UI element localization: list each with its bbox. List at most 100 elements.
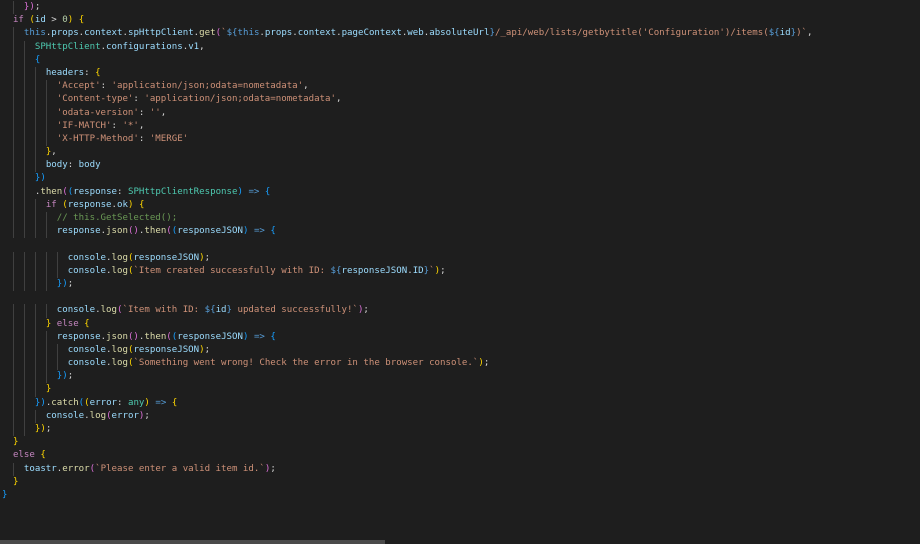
code-token: { bbox=[40, 450, 46, 461]
horizontal-scrollbar[interactable] bbox=[0, 540, 920, 544]
code-token: else bbox=[12, 450, 35, 461]
code-token: id bbox=[215, 305, 227, 316]
code-token: : bbox=[138, 107, 150, 118]
indent-guide bbox=[56, 264, 58, 278]
indent-guide bbox=[56, 357, 58, 371]
code-token: configurations bbox=[106, 41, 183, 52]
code-token: json bbox=[106, 226, 128, 237]
code-token: response bbox=[56, 226, 101, 237]
code-line: body: body bbox=[2, 159, 813, 173]
code-token: }) bbox=[56, 371, 68, 382]
code-token: this bbox=[237, 28, 260, 39]
indent-guide bbox=[45, 357, 47, 371]
code-token: , bbox=[51, 147, 57, 158]
code-line: }); bbox=[2, 370, 813, 384]
indent-guide bbox=[12, 396, 14, 410]
code-token: responseJSON bbox=[133, 344, 200, 355]
indent-guide bbox=[34, 212, 36, 226]
code-token: { bbox=[264, 186, 271, 197]
indent-guide bbox=[34, 106, 36, 120]
indent-guide bbox=[45, 93, 47, 107]
code-token: ${ bbox=[226, 28, 238, 39]
indent-guide bbox=[23, 119, 25, 133]
indent-guide bbox=[12, 106, 14, 120]
code-token: absoluteUrl bbox=[429, 28, 490, 39]
indent-guide bbox=[12, 40, 14, 54]
indent-guide bbox=[45, 119, 47, 133]
code-line: 'Accept': 'application/json;odata=nometa… bbox=[2, 80, 813, 94]
indent-guide bbox=[45, 370, 47, 384]
code-token: if bbox=[45, 199, 57, 210]
indent-guide bbox=[12, 198, 14, 212]
code-token: 'Content-type' bbox=[56, 94, 134, 105]
code-token: , bbox=[160, 107, 167, 118]
indent-guide bbox=[23, 357, 25, 371]
indent-guide bbox=[34, 198, 36, 212]
indent-guide bbox=[12, 370, 14, 384]
code-line: }); bbox=[2, 423, 813, 437]
code-line: } bbox=[2, 436, 813, 449]
code-token: responseJSON bbox=[177, 331, 243, 342]
code-line: console.log(`Something went wrong! Check… bbox=[2, 357, 813, 371]
code-token: { bbox=[84, 318, 90, 329]
code-token: `Something went wrong! Check the error i… bbox=[133, 358, 479, 369]
code-line: console.log(responseJSON); bbox=[2, 343, 813, 358]
indent-guide bbox=[45, 132, 47, 147]
code-area[interactable]: }); if (id > 0) { this.props.context.spH… bbox=[2, 1, 813, 529]
code-token: : bbox=[111, 120, 123, 131]
code-token: , bbox=[138, 120, 145, 131]
indent-guide bbox=[12, 93, 14, 107]
indent-guide bbox=[45, 304, 47, 318]
code-token: { bbox=[270, 331, 276, 342]
code-token: }) bbox=[23, 2, 35, 12]
code-token: > bbox=[45, 15, 63, 26]
indent-guide bbox=[34, 159, 36, 173]
indent-guide bbox=[12, 251, 14, 265]
code-token: else bbox=[56, 318, 79, 329]
code-token: error bbox=[111, 410, 139, 421]
indent-guide bbox=[45, 251, 47, 265]
indent-guide bbox=[12, 80, 14, 94]
code-line: console.log(responseJSON); bbox=[2, 251, 813, 265]
indent-guide bbox=[23, 212, 25, 226]
code-token: } bbox=[12, 476, 19, 487]
code-token: responseJSON bbox=[177, 226, 243, 237]
code-token: ok bbox=[117, 199, 128, 210]
code-token: toastr bbox=[23, 463, 57, 474]
code-line: toastr.error(`Please enter a valid item … bbox=[2, 462, 813, 476]
code-line: // this.GetSelected(); bbox=[2, 212, 813, 226]
code-line: 'IF-MATCH': '*', bbox=[2, 119, 813, 133]
code-token: => bbox=[155, 397, 167, 408]
code-line: if (id > 0) { bbox=[2, 14, 813, 27]
code-token: , bbox=[199, 41, 205, 52]
code-token: }) bbox=[56, 278, 68, 289]
code-token: () bbox=[127, 226, 139, 237]
indent-guide bbox=[34, 225, 36, 239]
code-token: : bbox=[100, 81, 112, 92]
code-line: { bbox=[2, 53, 813, 67]
code-line: }, bbox=[2, 146, 813, 160]
code-token: : bbox=[133, 94, 145, 105]
indent-guide bbox=[23, 264, 25, 278]
indent-guide bbox=[12, 212, 14, 226]
code-line: this.props.context.spHttpClient.get(`${t… bbox=[2, 27, 813, 41]
code-token: ; bbox=[204, 344, 211, 355]
scrollbar-thumb[interactable] bbox=[0, 540, 385, 544]
indent-guide bbox=[12, 146, 14, 160]
indent-guide bbox=[23, 159, 25, 173]
indent-guide bbox=[12, 304, 14, 318]
indent-guide bbox=[45, 343, 47, 358]
code-editor[interactable]: }); if (id > 0) { this.props.context.spH… bbox=[0, 0, 920, 540]
indent-guide bbox=[12, 53, 14, 67]
indent-guide bbox=[34, 251, 36, 265]
code-line: console.log(`Item with ID: ${id} updated… bbox=[2, 304, 813, 318]
indent-guide bbox=[34, 66, 36, 81]
code-token: { bbox=[34, 54, 41, 65]
code-token: )` bbox=[796, 28, 808, 39]
